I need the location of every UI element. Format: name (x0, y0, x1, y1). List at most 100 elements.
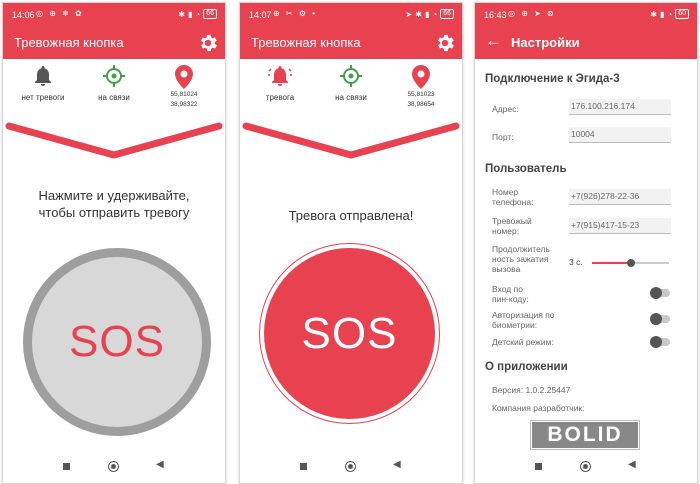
latitude: 55,81023 (407, 91, 435, 98)
duration-label-line-2: ность зажатия (492, 254, 549, 264)
crosshair-icon (340, 65, 362, 87)
pin-login-label-line-1: Вход по (492, 284, 523, 294)
recents-icon[interactable] (535, 463, 542, 470)
duration-slider[interactable] (592, 259, 669, 267)
longitude: 38,98322 (170, 101, 198, 108)
home-icon[interactable] (108, 461, 119, 472)
system-icons: ✱ ▮ ◔ 60 (650, 9, 689, 19)
alarm-status: тревога (245, 65, 315, 102)
battery-icon: 66 (440, 9, 454, 19)
app-bar: Тревожная кнопка (3, 27, 225, 59)
notification-icons: ◎ ⊕ ❄ ✿ (36, 9, 84, 18)
instruction-line-2: чтобы отправить тревогу (38, 205, 190, 220)
bluetooth-icon: ✱ (415, 9, 422, 19)
section-about: О приложении (485, 361, 568, 373)
instruction-text: Нажмите и удерживайте, чтобы отправить т… (3, 187, 225, 221)
system-icons: ✱ ▮ ◔ 66 (178, 9, 217, 19)
status-bar: 14:06 ◎ ⊕ ❄ ✿ ✱ ▮ ◔ 66 (3, 3, 225, 27)
page-title: Тревожная кнопка (14, 35, 124, 50)
biometric-label-line-2: биометрии: (492, 320, 538, 330)
phone-label: Номер телефона: (492, 187, 533, 207)
gear-icon[interactable] (434, 32, 456, 54)
pin-login-label-line-2: пин-коду: (492, 294, 529, 304)
sos-button[interactable]: SOS (23, 248, 211, 436)
crosshair-icon (103, 65, 125, 87)
connection-status: на связи (79, 65, 149, 102)
duration-slider-fill (592, 262, 631, 264)
duration-value: 3 с. (569, 257, 583, 267)
wifi-icon: ◔ (432, 9, 438, 19)
alarm-phone-label: Тревожый номер: (492, 216, 532, 236)
back-icon[interactable]: ◀ (393, 459, 401, 470)
nav-bar: ◀ (240, 455, 462, 481)
alarm-status-label: тревога (265, 93, 295, 102)
location-pin-icon (412, 65, 430, 89)
section-connection: Подключение к Эгида-3 (485, 73, 620, 85)
duration-label-line-1: Продолжитель (492, 244, 550, 254)
recents-icon[interactable] (63, 463, 70, 470)
version-text: Версия: 1.0.2.25447 (492, 385, 571, 395)
phone-screen-alarm-sent: 14:07 ⊕ ✂ ⚙ • ➤ ✱ ▮ ◔ 66 Тревожная кнопк… (239, 2, 463, 484)
status-time: 14:06 (12, 10, 35, 20)
phone-label-line-1: Номер (492, 187, 519, 197)
alarm-phone-label-line-2: номер: (492, 226, 520, 236)
system-icons: ➤ ✱ ▮ ◔ 66 (406, 9, 454, 19)
kids-mode-toggle[interactable] (650, 336, 670, 348)
toggle-knob (650, 336, 662, 348)
page-title: Тревожная кнопка (251, 35, 361, 50)
status-bar: 14:07 ⊕ ✂ ⚙ • ➤ ✱ ▮ ◔ 66 (240, 3, 462, 27)
wifi-icon: ◔ (195, 9, 201, 19)
pin-login-toggle[interactable] (650, 287, 670, 299)
alarm-status: нет тревоги (8, 65, 78, 102)
kids-mode-label: Детский режим: (492, 337, 554, 347)
gear-icon[interactable] (197, 32, 219, 54)
wifi-icon: ◔ (667, 9, 673, 19)
chevron-divider (5, 122, 223, 159)
alarm-sent-text: Тревога отправлена! (288, 208, 414, 223)
toggle-knob (650, 313, 662, 325)
developer-text: Компания разработчик: (492, 403, 585, 413)
alarm-phone-label-line-1: Тревожый (492, 216, 532, 226)
biometric-label: Авторизация по биометрии: (492, 310, 555, 330)
pin-login-label: Вход по пин-коду: (492, 284, 529, 304)
sos-button[interactable]: SOS (264, 248, 435, 419)
back-icon[interactable]: ◀ (628, 459, 636, 470)
bluetooth-icon: ✱ (178, 9, 185, 19)
phone-field[interactable]: +7(926)278-22-36 (569, 189, 671, 205)
port-field[interactable]: 10004 (569, 127, 671, 143)
location-pin-icon (175, 65, 193, 89)
address-label: Адрес: (492, 104, 519, 114)
bluetooth-icon: ✱ (650, 9, 657, 19)
biometric-toggle[interactable] (650, 313, 670, 325)
latitude: 55,81024 (170, 91, 198, 98)
port-label: Порт: (492, 132, 514, 142)
duration-slider-thumb[interactable] (626, 259, 635, 267)
phone-label-line-2: телефона: (492, 197, 534, 207)
status-time: 14:07 (249, 10, 272, 20)
status-time: 16:43 (484, 10, 507, 20)
back-icon[interactable]: ◀ (156, 459, 164, 470)
alarm-bell-icon (268, 66, 292, 86)
signal-icon: ▮ (424, 9, 430, 19)
bell-icon (35, 66, 51, 86)
status-bar: 16:43 ◎ ⊕ ➤ ⊗ ✱ ▮ ◔ 60 (475, 3, 697, 27)
duration-label-line-3: вызова (492, 264, 521, 274)
nav-bar: ◀ (3, 455, 225, 481)
longitude: 38,98654 (407, 101, 435, 108)
phone-screen-settings: 16:43 ◎ ⊕ ➤ ⊗ ✱ ▮ ◔ 60 ← Настройки Подкл… (474, 2, 698, 484)
recents-icon[interactable] (300, 463, 307, 470)
duration-label: Продолжитель ность зажатия вызова (492, 244, 550, 274)
phone-screen-idle: 14:06 ◎ ⊕ ❄ ✿ ✱ ▮ ◔ 66 Тревожная кнопка … (2, 2, 226, 484)
address-field[interactable]: 176.100.216.174 (569, 99, 671, 115)
alarm-phone-field[interactable]: +7(915)417-15-23 (569, 218, 671, 234)
home-icon[interactable] (345, 461, 356, 472)
battery-icon: 60 (675, 9, 689, 19)
signal-icon: ▮ (659, 9, 665, 19)
signal-icon: ▮ (187, 9, 193, 19)
toggle-knob (650, 287, 662, 299)
location-arrow-icon: ➤ (405, 9, 413, 19)
home-icon[interactable] (580, 461, 591, 472)
notification-icons: ◎ ⊕ ➤ ⊗ (508, 9, 556, 18)
location-status: 55,81023 38,98654 (386, 65, 456, 109)
back-arrow-icon[interactable]: ← (485, 31, 502, 51)
